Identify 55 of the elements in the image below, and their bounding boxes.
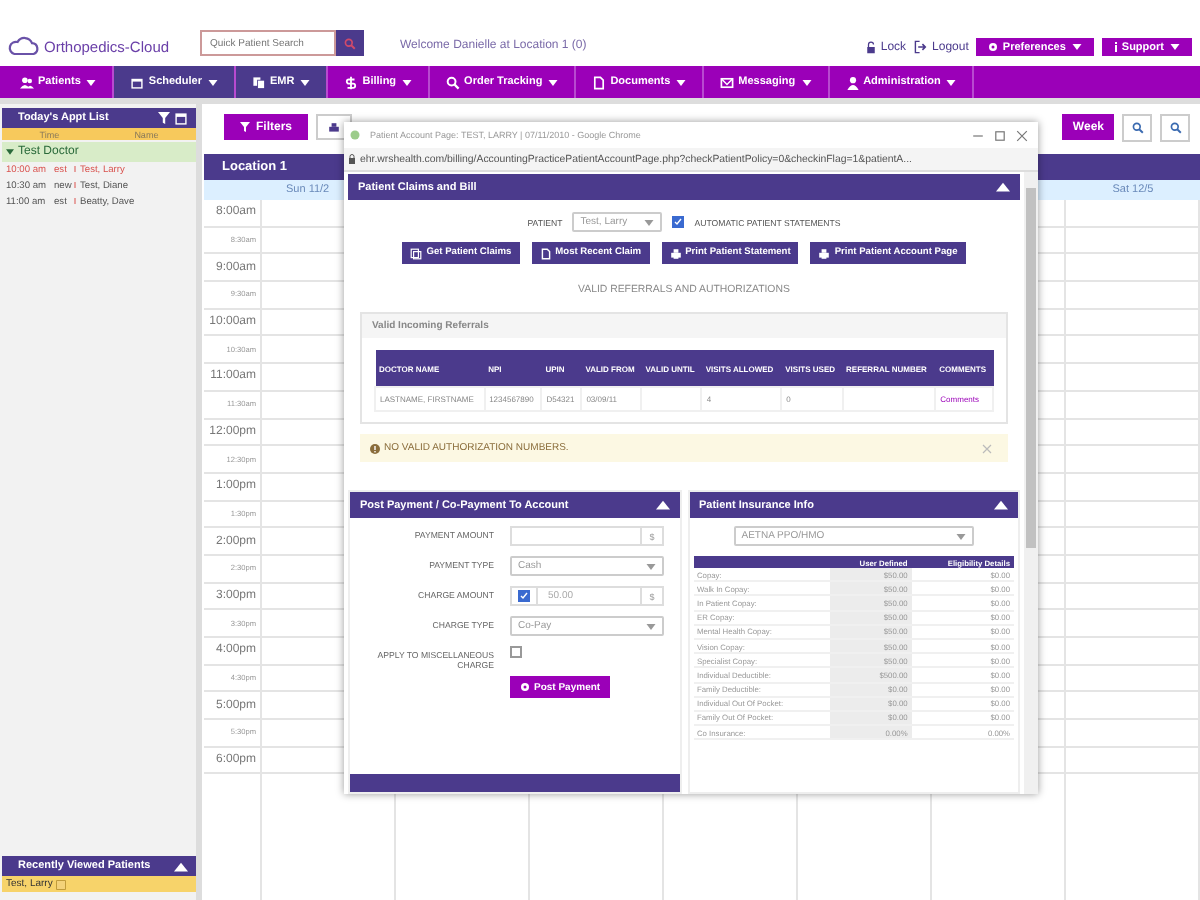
copy-icon — [252, 75, 266, 89]
table-cell — [641, 387, 702, 411]
zoom-in-icon — [1131, 121, 1143, 133]
dollar-icon — [344, 75, 359, 89]
caret-icon — [86, 79, 97, 85]
gear-icon — [988, 42, 999, 52]
printer-icon — [818, 247, 831, 259]
calendar-icon — [130, 75, 145, 89]
zoom-in-button[interactable] — [1122, 113, 1152, 141]
caret-icon — [676, 79, 687, 85]
padlock-icon — [348, 154, 356, 164]
users-icon — [20, 75, 34, 89]
note-icon — [56, 879, 67, 889]
search-icon — [446, 75, 461, 89]
envelope-icon — [720, 75, 735, 89]
caret-icon — [646, 563, 656, 569]
caret-icon — [644, 219, 655, 225]
warning-icon — [370, 443, 380, 453]
sign-out-icon — [914, 40, 929, 54]
scrollbar[interactable] — [1024, 172, 1038, 794]
checkbox[interactable] — [510, 646, 522, 658]
filter-icon — [240, 122, 250, 132]
caret-icon — [955, 533, 966, 539]
documents-icon — [410, 247, 423, 259]
caret-icon — [1170, 44, 1180, 50]
caret-icon — [946, 79, 957, 85]
browser-icon — [350, 130, 360, 140]
collapse-icon[interactable] — [174, 861, 188, 871]
column-header — [693, 556, 831, 568]
printer-icon — [669, 247, 682, 259]
checkbox[interactable] — [672, 216, 685, 228]
cloud-logo-icon — [8, 36, 40, 56]
caret-icon — [801, 79, 812, 85]
document-icon — [539, 247, 552, 259]
caret-icon — [1071, 44, 1082, 50]
calendar-icon[interactable] — [174, 111, 188, 125]
collapse-icon[interactable] — [655, 500, 669, 510]
caret-icon — [548, 79, 559, 85]
zoom-out-icon — [1169, 121, 1181, 133]
caret-icon — [300, 79, 311, 85]
file-icon — [592, 75, 607, 89]
printer-icon — [328, 121, 341, 133]
caret-icon — [402, 79, 413, 85]
info-icon — [1113, 42, 1118, 52]
collapse-icon[interactable] — [994, 500, 1008, 510]
user-icon — [845, 75, 860, 89]
zoom-out-button[interactable] — [1160, 113, 1190, 141]
caret-icon — [208, 79, 218, 85]
filter-icon[interactable] — [158, 112, 170, 124]
padlock-icon — [866, 40, 877, 54]
search-icon — [344, 37, 356, 49]
maximize-icon[interactable] — [994, 129, 1006, 141]
caret-icon — [646, 623, 656, 629]
gear-icon — [520, 682, 530, 692]
close-icon[interactable] — [1016, 129, 1028, 141]
